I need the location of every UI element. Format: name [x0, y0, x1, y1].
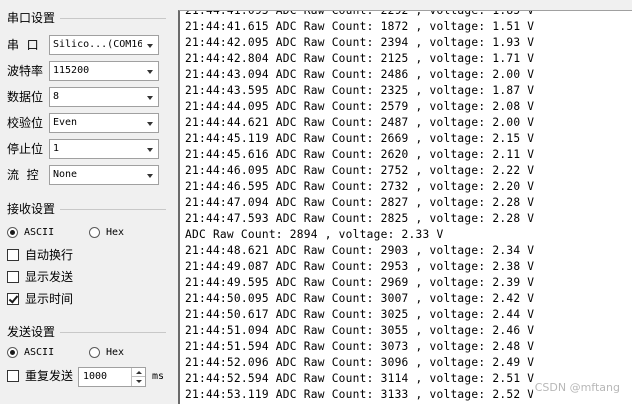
log-line: 21:44:41.615 ADC Raw Count: 1872 , volta… [185, 20, 535, 33]
log-line: 21:44:44.621 ADC Raw Count: 2487 , volta… [185, 116, 535, 129]
parity-select-value: Even [53, 117, 78, 128]
checkmark-icon [8, 293, 19, 304]
spin-buttons [131, 368, 145, 386]
chevron-down-icon [147, 122, 153, 126]
flow-control-select[interactable]: None [49, 165, 159, 185]
log-line: 21:44:47.094 ADC Raw Count: 2827 , volta… [185, 196, 535, 209]
baud-rate-select[interactable]: 115200 [49, 61, 159, 81]
parity-select[interactable]: Even [49, 113, 159, 133]
receive-hex-label: Hex [106, 227, 125, 238]
log-line: 21:44:49.087 ADC Raw Count: 2953 , volta… [185, 260, 535, 273]
receive-settings-divider [60, 209, 166, 210]
show-time-checkbox[interactable] [7, 293, 19, 305]
flow-control-select-value: None [53, 169, 78, 180]
data-bits-select-value: 8 [53, 91, 60, 102]
log-line: 21:44:47.593 ADC Raw Count: 2825 , volta… [185, 212, 535, 225]
log-line: 21:44:46.095 ADC Raw Count: 2752 , volta… [185, 164, 535, 177]
log-line: 21:44:52.594 ADC Raw Count: 3114 , volta… [185, 372, 535, 385]
chevron-down-icon [147, 70, 153, 74]
receive-ascii-label: ASCII [24, 227, 55, 238]
chevron-down-icon [147, 174, 153, 178]
show-sent-label: 显示发送 [25, 270, 74, 284]
settings-panel: 串口设置 串 口 Silico...(COM16 波特率 115200 数据位 … [0, 0, 172, 404]
log-line: 21:44:48.621 ADC Raw Count: 2903 , volta… [185, 244, 535, 257]
repeat-interval-value: 1000 [83, 371, 108, 382]
port-label: 串 口 [7, 38, 39, 52]
receive-hex-radio[interactable] [89, 227, 100, 238]
port-select-value: Silico...(COM16 [53, 39, 142, 50]
serial-settings-title: 串口设置 [7, 11, 56, 25]
log-line: 21:44:51.094 ADC Raw Count: 3055 , volta… [185, 324, 535, 337]
log-line: 21:44:45.616 ADC Raw Count: 2620 , volta… [185, 148, 535, 161]
receive-text-area[interactable]: 21:44:41.095 ADC Raw Count: 2292 , volta… [178, 10, 632, 404]
show-time-label: 显示时间 [25, 292, 74, 306]
baud-rate-label: 波特率 [7, 64, 44, 78]
log-line: 21:44:50.095 ADC Raw Count: 3007 , volta… [185, 292, 535, 305]
log-line: 21:44:42.804 ADC Raw Count: 2125 , volta… [185, 52, 535, 65]
repeat-send-checkbox[interactable] [7, 370, 19, 382]
parity-label: 校验位 [7, 116, 44, 130]
receive-ascii-radio[interactable] [7, 227, 18, 238]
log-line: ADC Raw Count: 2894 , voltage: 2.33 V [185, 228, 444, 241]
stop-bits-select-value: 1 [53, 143, 60, 154]
spin-up-button[interactable] [132, 368, 145, 377]
stop-bits-label: 停止位 [7, 142, 44, 156]
stop-bits-select[interactable]: 1 [49, 139, 159, 159]
log-line: 21:44:52.096 ADC Raw Count: 3096 , volta… [185, 356, 535, 369]
log-line: 21:44:43.094 ADC Raw Count: 2486 , volta… [185, 68, 535, 81]
chevron-down-icon [147, 44, 153, 48]
watermark: CSDN @mftang [532, 381, 622, 394]
flow-control-label: 流 控 [7, 168, 39, 182]
spin-down-button[interactable] [132, 377, 145, 386]
interval-unit-label: ms [152, 371, 165, 382]
log-line: 21:44:51.594 ADC Raw Count: 3073 , volta… [185, 340, 535, 353]
send-ascii-radio[interactable] [7, 347, 18, 358]
data-bits-select[interactable]: 8 [49, 87, 159, 107]
log-line: 21:44:46.595 ADC Raw Count: 2732 , volta… [185, 180, 535, 193]
log-line: 21:44:42.095 ADC Raw Count: 2394 , volta… [185, 36, 535, 49]
repeat-send-label: 重复发送 [25, 369, 74, 383]
log-line: 21:44:43.595 ADC Raw Count: 2325 , volta… [185, 84, 535, 97]
receive-log: 21:44:41.095 ADC Raw Count: 2292 , volta… [185, 10, 535, 403]
log-line: 21:44:41.095 ADC Raw Count: 2292 , volta… [185, 10, 535, 17]
chevron-down-icon [147, 148, 153, 152]
repeat-interval-input[interactable]: 1000 [78, 367, 146, 387]
log-line: 21:44:50.617 ADC Raw Count: 3025 , volta… [185, 308, 535, 321]
send-hex-radio[interactable] [89, 347, 100, 358]
data-bits-label: 数据位 [7, 90, 44, 104]
log-line: 21:44:53.119 ADC Raw Count: 3133 , volta… [185, 388, 535, 401]
chevron-down-icon [147, 96, 153, 100]
log-line: 21:44:45.119 ADC Raw Count: 2669 , volta… [185, 132, 535, 145]
send-ascii-label: ASCII [24, 347, 55, 358]
serial-settings-divider [60, 18, 166, 19]
send-settings-title: 发送设置 [7, 325, 56, 339]
show-sent-checkbox[interactable] [7, 271, 19, 283]
log-line: 21:44:44.095 ADC Raw Count: 2579 , volta… [185, 100, 535, 113]
baud-rate-select-value: 115200 [53, 65, 90, 76]
auto-wrap-label: 自动换行 [25, 248, 74, 262]
auto-wrap-checkbox[interactable] [7, 249, 19, 261]
send-hex-label: Hex [106, 347, 125, 358]
receive-settings-title: 接收设置 [7, 202, 56, 216]
send-settings-divider [60, 332, 166, 333]
port-select[interactable]: Silico...(COM16 [49, 35, 159, 55]
log-line: 21:44:49.595 ADC Raw Count: 2969 , volta… [185, 276, 535, 289]
